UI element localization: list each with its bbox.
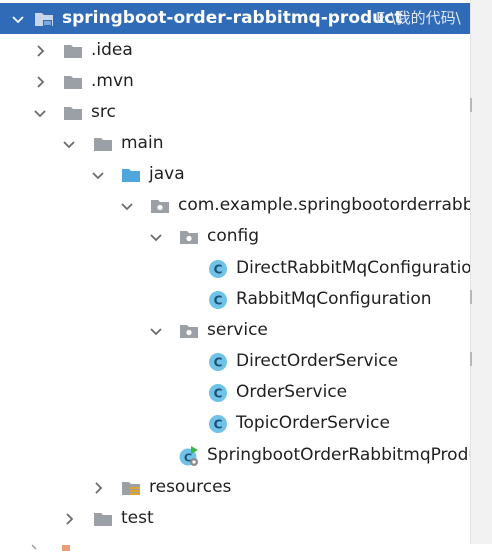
tree-row-main[interactable]: main	[0, 128, 470, 159]
expand-arrow-icon[interactable]	[32, 66, 48, 97]
class-label-order-service: OrderService	[236, 382, 348, 402]
project-folder-icon	[33, 8, 55, 30]
expand-arrow-icon[interactable]	[61, 503, 77, 534]
next-row-peek	[30, 536, 70, 551]
tree-row-service[interactable]: service	[0, 315, 470, 346]
collapse-arrow-icon[interactable]	[148, 221, 164, 252]
folder-icon	[92, 133, 114, 155]
class-label-direct-config: DirectRabbitMqConfiguration	[236, 258, 470, 278]
tree-row-project-root[interactable]: springboot-order-rabbitmq-product E:\我的代…	[0, 3, 470, 34]
tree-row-src[interactable]: src	[0, 97, 470, 128]
project-tree: springboot-order-rabbitmq-product E:\我的代…	[0, 0, 492, 551]
gutter-marker	[470, 290, 472, 304]
spring-boot-app-icon: C	[178, 445, 200, 467]
class-icon	[207, 351, 229, 373]
tree-row-mvn[interactable]: .mvn	[0, 66, 470, 97]
tree-row-rabbit-config[interactable]: RabbitMqConfiguration	[0, 284, 470, 315]
package-icon	[178, 320, 200, 342]
expand-arrow-icon[interactable]	[90, 472, 106, 503]
package-icon	[149, 195, 171, 217]
project-path: E:\我的代码\	[376, 9, 461, 27]
gutter-marker	[470, 98, 472, 112]
folder-icon	[62, 71, 84, 93]
folder-label-src: src	[91, 102, 116, 122]
class-label-rabbit-config: RabbitMqConfiguration	[236, 289, 432, 309]
tree-row-topic-service[interactable]: TopicOrderService	[0, 408, 470, 439]
class-label-application: SpringbootOrderRabbitmqProductApplicatio…	[207, 445, 470, 465]
tree-row-idea[interactable]: .idea	[0, 35, 470, 66]
tree-row-package[interactable]: com.example.springbootorderrabbitmqprodu…	[0, 190, 470, 221]
class-icon	[207, 413, 229, 435]
collapse-arrow-icon[interactable]	[61, 128, 77, 159]
resources-folder-icon	[120, 477, 142, 499]
package-label-service: service	[207, 320, 268, 340]
package-icon	[178, 226, 200, 248]
tree-row-order-service[interactable]: OrderService	[0, 377, 470, 408]
tree-row-resources[interactable]: resources	[0, 472, 470, 503]
collapse-arrow-icon[interactable]	[90, 159, 106, 190]
class-label-direct-service: DirectOrderService	[236, 351, 399, 371]
package-label: com.example.springbootorderrabbitmqprodu…	[178, 195, 470, 215]
collapse-arrow-icon[interactable]	[148, 315, 164, 346]
tree-row-java[interactable]: java	[0, 159, 470, 190]
folder-label-main: main	[121, 133, 164, 153]
tree-row-direct-config[interactable]: DirectRabbitMqConfiguration	[0, 253, 470, 284]
tree-row-test[interactable]: test	[0, 503, 470, 534]
tree-row-config[interactable]: config	[0, 221, 470, 252]
folder-icon	[92, 508, 114, 530]
folder-icon	[62, 40, 84, 62]
class-icon	[207, 382, 229, 404]
package-label-config: config	[207, 226, 260, 246]
folder-label-resources: resources	[149, 477, 232, 497]
class-icon	[207, 289, 229, 311]
editor-gutter-strip	[470, 0, 492, 544]
folder-label-java: java	[149, 164, 185, 184]
tree-row-direct-service[interactable]: DirectOrderService	[0, 346, 470, 377]
folder-label-idea: .idea	[91, 40, 133, 60]
collapse-arrow-icon[interactable]	[119, 190, 135, 221]
collapse-arrow-icon[interactable]	[10, 3, 26, 34]
source-folder-icon	[120, 164, 142, 186]
gutter-marker	[470, 352, 472, 366]
project-name: springboot-order-rabbitmq-product	[62, 8, 403, 28]
class-icon	[207, 258, 229, 280]
class-label-topic-service: TopicOrderService	[236, 413, 390, 433]
folder-label-mvn: .mvn	[91, 71, 134, 91]
expand-arrow-icon[interactable]	[32, 35, 48, 66]
folder-label-test: test	[121, 508, 154, 528]
collapse-arrow-icon[interactable]	[32, 97, 48, 128]
tree-row-application[interactable]: C SpringbootOrderRabbitmqProductApplicat…	[0, 440, 470, 471]
folder-icon	[62, 102, 84, 124]
